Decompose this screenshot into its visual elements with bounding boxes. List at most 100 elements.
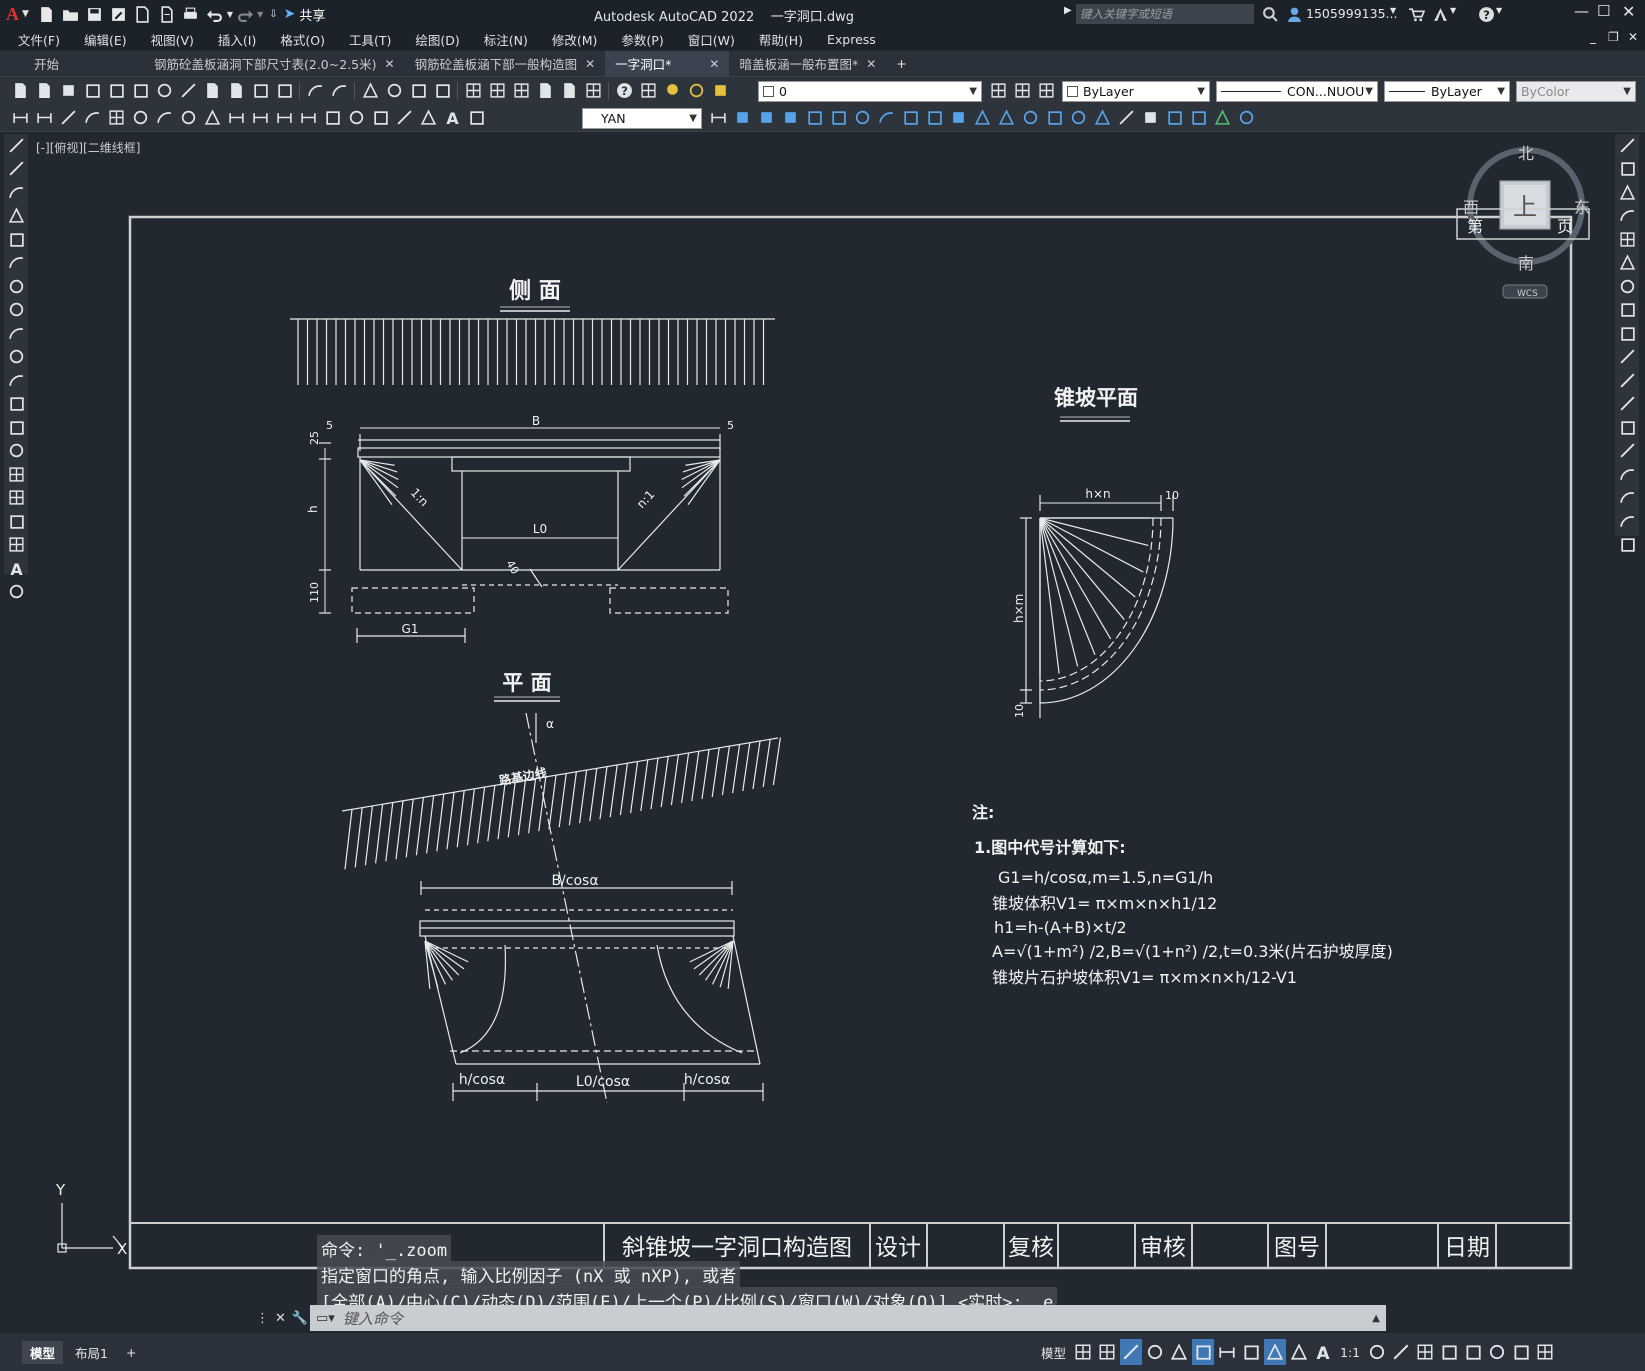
open-web-icon[interactable] — [133, 4, 153, 24]
isodraft-icon[interactable] — [1168, 1339, 1190, 1365]
zoom-previous-icon[interactable] — [432, 81, 452, 101]
save-as-icon[interactable] — [109, 4, 129, 24]
copy-icon[interactable] — [202, 81, 222, 101]
publish-icon[interactable] — [130, 81, 150, 101]
undo-icon[interactable] — [205, 4, 225, 24]
layer-previous-icon[interactable] — [1012, 81, 1032, 101]
chamfer-icon[interactable] — [1617, 464, 1637, 484]
user-name[interactable]: 1505999135... — [1306, 6, 1397, 21]
dim-linear-icon[interactable] — [34, 108, 54, 128]
layer-dropdown[interactable]: 0 ▼ — [758, 81, 982, 102]
menu-item-3[interactable]: 插入(I) — [206, 30, 268, 49]
menu-item-0[interactable]: 文件(F) — [6, 30, 72, 49]
tool-palettes-icon[interactable] — [511, 81, 531, 101]
lineweight-dropdown[interactable]: ByLayer ▼ — [1384, 81, 1510, 102]
layer-properties-icon[interactable] — [638, 81, 658, 101]
close-button[interactable]: ✕ — [1622, 2, 1635, 21]
join-icon[interactable] — [1617, 441, 1637, 461]
3d-rotate-icon[interactable] — [1236, 108, 1256, 128]
auto-scale-icon[interactable] — [1288, 1339, 1310, 1365]
drawing-canvas[interactable]: [-][俯视][二维线框] 侧 面 5 5 B 25 h 110 L0 40 G… — [30, 133, 1613, 1330]
arc-icon[interactable] — [6, 253, 26, 273]
plot-icon[interactable] — [82, 81, 102, 101]
region-icon[interactable] — [6, 511, 26, 531]
cylinder-icon[interactable] — [1044, 108, 1064, 128]
explode-icon[interactable] — [1617, 535, 1637, 555]
line-icon[interactable] — [6, 135, 26, 155]
minimize-button[interactable]: — — [1574, 2, 1589, 20]
polar-icon[interactable] — [1144, 1339, 1166, 1365]
zoom-window-icon[interactable] — [408, 81, 428, 101]
menu-item-9[interactable]: 参数(P) — [609, 30, 675, 49]
revision-cloud-icon[interactable] — [6, 300, 26, 320]
isolate-objects-icon[interactable] — [1486, 1339, 1508, 1365]
cone-icon[interactable] — [996, 108, 1016, 128]
block-editor-icon[interactable] — [274, 81, 294, 101]
a360-dropdown-icon[interactable]: ▼ — [1450, 6, 1456, 15]
annotation-scale[interactable]: 1:1 — [1336, 1339, 1364, 1365]
dim-edit-icon[interactable] — [418, 108, 438, 128]
plot-preview-icon[interactable] — [106, 81, 126, 101]
cart-icon[interactable] — [1406, 4, 1426, 24]
add-selected-icon[interactable] — [6, 582, 26, 602]
file-tab[interactable]: 钢筋砼盖板涵下部一般构造图 ✕ — [405, 51, 606, 76]
revolve-icon[interactable] — [852, 108, 872, 128]
undo-dropdown-icon[interactable]: ▼ — [227, 10, 233, 19]
hatch-icon[interactable] — [6, 464, 26, 484]
offset-icon[interactable] — [1617, 206, 1637, 226]
dim-diameter-icon[interactable] — [178, 108, 198, 128]
annotation-scale-icon[interactable]: A — [1312, 1339, 1334, 1365]
customization-icon[interactable] — [1534, 1339, 1556, 1365]
redo-icon[interactable] — [235, 4, 255, 24]
help-dropdown-icon[interactable]: ▼ — [1496, 6, 1502, 15]
redo-dropdown-icon[interactable]: ▼ — [257, 10, 263, 19]
dim-angular-icon[interactable] — [202, 108, 222, 128]
qat-customize-icon[interactable]: ⇩ — [269, 9, 277, 20]
user-dropdown-icon[interactable]: ▼ — [1390, 6, 1396, 15]
calculator-icon[interactable] — [583, 81, 603, 101]
open-icon[interactable] — [34, 81, 54, 101]
search-input[interactable]: 键入关键字或短语 — [1076, 4, 1254, 24]
save-icon[interactable] — [85, 4, 105, 24]
app-menu-chevron-icon[interactable]: ▼ — [22, 9, 29, 19]
ellipse-icon[interactable] — [6, 347, 26, 367]
menu-item-12[interactable]: Express — [815, 32, 888, 47]
extend-icon[interactable] — [1617, 370, 1637, 390]
tab-close-icon[interactable]: ✕ — [709, 57, 719, 71]
subtract-icon[interactable] — [756, 108, 776, 128]
inspect-icon[interactable] — [370, 108, 390, 128]
share-icon[interactable]: ➤ — [284, 6, 296, 22]
ortho-icon[interactable] — [1120, 1339, 1143, 1365]
help-icon[interactable]: ? — [1476, 4, 1496, 24]
move-icon[interactable] — [1617, 253, 1637, 273]
table-icon[interactable] — [6, 535, 26, 555]
construction-line-icon[interactable] — [6, 159, 26, 179]
menu-item-11[interactable]: 帮助(H) — [747, 30, 815, 49]
section-icon[interactable] — [1164, 108, 1184, 128]
share-button[interactable]: 共享 — [299, 5, 325, 24]
menu-item-8[interactable]: 修改(M) — [540, 30, 610, 49]
file-tab[interactable]: 暗盖板涵一般布置图* ✕ — [729, 51, 886, 76]
trim-icon[interactable] — [1617, 347, 1637, 367]
tab-close-icon[interactable]: ✕ — [585, 57, 595, 71]
menu-item-1[interactable]: 编辑(E) — [72, 30, 139, 49]
box-icon[interactable] — [948, 108, 968, 128]
quick-dim-icon[interactable] — [10, 108, 30, 128]
zoom-realtime-icon[interactable] — [384, 81, 404, 101]
dim-ordinate-icon[interactable] — [106, 108, 126, 128]
intersect-icon[interactable] — [780, 108, 800, 128]
dim-continue-icon[interactable] — [250, 108, 270, 128]
3d-print-icon[interactable] — [154, 81, 174, 101]
doc-close-button[interactable]: ✕ — [1628, 30, 1638, 44]
match-properties-icon[interactable] — [250, 81, 270, 101]
dim-aligned-icon[interactable] — [58, 108, 78, 128]
dim-radius-icon[interactable] — [130, 108, 150, 128]
point-icon[interactable] — [6, 441, 26, 461]
tab-close-icon[interactable]: ✕ — [866, 57, 876, 71]
pyramid-icon[interactable] — [1092, 108, 1112, 128]
dim-arc-icon[interactable] — [82, 108, 102, 128]
lineweight-icon[interactable] — [1216, 1339, 1238, 1365]
ellipse-arc-icon[interactable] — [6, 370, 26, 390]
fillet-icon[interactable] — [1617, 488, 1637, 508]
dim-space-icon[interactable] — [274, 108, 294, 128]
